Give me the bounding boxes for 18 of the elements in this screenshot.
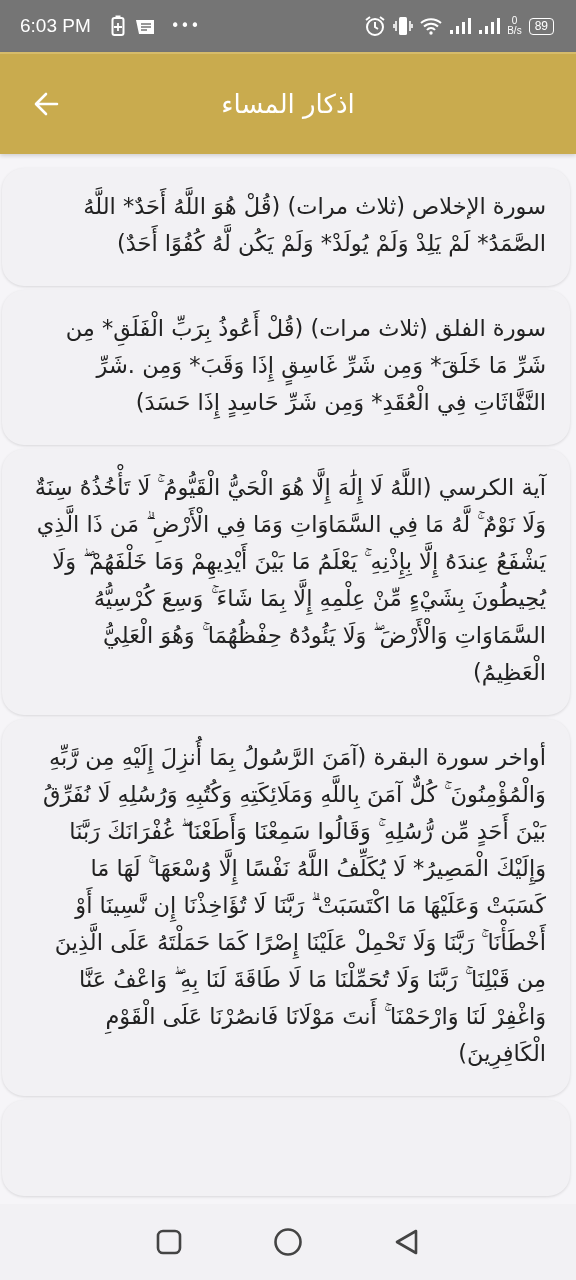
signal-icon bbox=[478, 17, 501, 35]
network-speed: 0 B/s bbox=[507, 16, 522, 36]
dhikr-text: آية الكرسي (اللَّهُ لَا إِلَٰهَ إِلَّا هُوَ الْحَيُّ الْقَيُّومُ ۚ لَا تَأْخُذُهُ سِنَةٌ وَلَا نَوْمٌ ۚ لَّهُ مَا فِي السَّمَاوَاتِ وَمَا فِي الْأَرْضِ ۗ مَن ذَا الَّذِي يَشْفَعُ عِندَهُ إِلَّا بِإِذْنِهِ ۚ يَعْلَمُ مَا بَيْنَ أَيْدِيهِمْ وَمَا خَلْفَهُمْ ۖ وَلَا يُحِيطُونَ بِشَيْءٍ مِّنْ عِلْمِهِ إِلَّا بِمَا شَاءَ ۚ وَسِعَ كُرْسِيُّهُ السَّمَاوَاتِ وَالْأَرْضَ ۖ وَلَا يَئُودُهُ حِفْظُهُمَا ۚ وَهُوَ الْعَلِيُّ الْعَظِيمُ) bbox=[18, 465, 556, 695]
recent-apps-icon[interactable] bbox=[155, 1228, 183, 1256]
dhikr-text: سورة الفلق (ثلاث مرات) (قُلْ أَعُوذُ بِرَبِّ الْفَلَقِ* مِن شَرِّ مَا خَلَقَ* وَمِن شَرِّ غَاسِقٍ إِذَا وَقَبَ* وَمِن .شَرِّ النَّفَّاثَاتِ فِي الْعُقَدِ* وَمِن شَرِّ حَاسِدٍ إِذَا حَسَدَ) bbox=[18, 306, 556, 425]
dhikr-text: سورة الإخلاص (ثلاث مرات) (قُلْ هُوَ اللَّهُ أَحَدٌ* اللَّهُ الصَّمَدُ* لَمْ يَلِدْ وَلَمْ يُولَدْ* وَلَمْ يَكُن لَّهُ كُفُوًا أَحَدٌ) bbox=[18, 184, 556, 266]
message-icon bbox=[134, 17, 155, 35]
wifi-icon bbox=[420, 17, 443, 35]
alarm-icon bbox=[364, 15, 387, 37]
home-icon[interactable] bbox=[273, 1227, 303, 1257]
dhikr-text: أواخر سورة البقرة (آمَنَ الرَّسُولُ بِمَا أُنزِلَ إِلَيْهِ مِن رَّبِّهِ وَالْمُؤْمِنُونَ ۚ كُلٌّ آمَنَ بِاللَّهِ وَمَلَائِكَتِهِ وَكُتُبِهِ وَرُسُلِهِ لَا نُفَرِّقُ بَيْنَ أَحَدٍ مِّن رُّسُلِهِ ۚ وَقَالُوا سَمِعْنَا وَأَطَعْنَا ۖ غُفْرَانَكَ رَبَّنَا وَإِلَيْكَ الْمَصِيرُ* لَا يُكَلِّفُ اللَّهُ نَفْسًا إِلَّا وُسْعَهَا ۚ لَهَا مَا كَسَبَتْ وَعَلَيْهَا مَا اكْتَسَبَتْ ۗ رَبَّنَا لَا تُؤَاخِذْنَا إِن نَّسِينَا أَوْ أَخْطَأْنَا ۚ رَبَّنَا وَلَا تَحْمِلْ عَلَيْنَا إِصْرًا كَمَا حَمَلْتَهُ عَلَى الَّذِينَ مِن قَبْلِنَا ۚ رَبَّنَا وَلَا تُحَمِّلْنَا مَا لَا طَاقَةَ لَنَا بِهِ ۖ وَاعْفُ عَنَّا وَاغْفِرْ لَنَا وَارْحَمْنَا ۚ أَنتَ مَوْلَانَا فَانصُرْنَا عَلَى الْقَوْمِ الْكَافِرِينَ) bbox=[18, 735, 556, 1076]
battery-saver-icon bbox=[110, 15, 125, 37]
more-notifications: ••• bbox=[170, 17, 201, 35]
vibrate-icon bbox=[393, 15, 414, 37]
battery-level: 89 bbox=[528, 17, 554, 35]
screen-title: اذكار المساء bbox=[221, 89, 355, 119]
status-time: 6:03 PM bbox=[20, 15, 91, 37]
signal-icon bbox=[449, 17, 472, 35]
